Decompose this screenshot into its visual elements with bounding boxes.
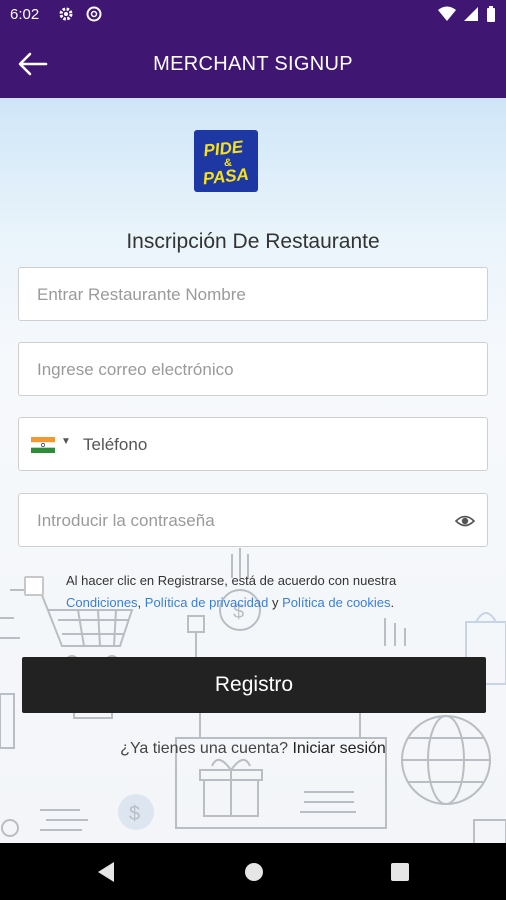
india-flag-icon[interactable] — [31, 437, 55, 453]
restaurant-name-field — [18, 267, 488, 322]
navigation-bar — [0, 843, 506, 900]
svg-text:$: $ — [129, 803, 140, 825]
nav-back-icon[interactable] — [96, 861, 116, 883]
page-title: MERCHANT SIGNUP — [153, 53, 353, 75]
password-input[interactable] — [35, 494, 459, 548]
show-password-eye-icon[interactable] — [455, 511, 475, 531]
login-link[interactable]: Iniciar sesión — [292, 740, 385, 757]
status-time: 6:02 — [10, 6, 40, 23]
signup-content: $ $ PIDE & PASA Inscripción De Restauran… — [0, 98, 506, 843]
email-input[interactable] — [35, 343, 459, 397]
login-question: ¿Ya tienes una cuenta? — [120, 740, 288, 757]
nav-recents-icon[interactable] — [391, 863, 409, 881]
settings-icon — [59, 7, 73, 21]
email-field — [18, 342, 488, 397]
app-bar: MERCHANT SIGNUP — [0, 30, 506, 98]
phone-input[interactable] — [81, 418, 475, 472]
privacy-policy-link[interactable]: Política de privacidad — [145, 595, 269, 610]
logo-graphic: PIDE & PASA — [202, 137, 250, 189]
status-bar: 6:02 — [0, 0, 506, 30]
nav-home-icon[interactable] — [244, 861, 264, 883]
conditions-link[interactable]: Condiciones — [66, 595, 138, 610]
restaurant-name-input[interactable] — [35, 268, 459, 322]
terms-checkbox[interactable] — [24, 576, 44, 596]
wifi-icon — [438, 6, 456, 21]
svg-text:PASA: PASA — [202, 165, 250, 189]
register-button[interactable]: Registro — [22, 657, 486, 713]
login-prompt: ¿Ya tienes una cuenta? Iniciar sesión — [0, 740, 506, 758]
battery-icon — [487, 6, 495, 22]
form-heading: Inscripción De Restaurante — [126, 230, 380, 253]
cookies-policy-link[interactable]: Política de cookies — [282, 595, 390, 610]
terms-text: Al hacer clic en Registrarse, está de ac… — [66, 573, 397, 610]
app-notification-icon — [86, 6, 102, 22]
phone-field: ▼ — [18, 417, 488, 472]
password-field — [18, 493, 488, 548]
country-dropdown-caret-icon[interactable]: ▼ — [61, 436, 71, 447]
brand-logo: PIDE & PASA — [194, 130, 258, 192]
signal-icon — [464, 7, 478, 21]
